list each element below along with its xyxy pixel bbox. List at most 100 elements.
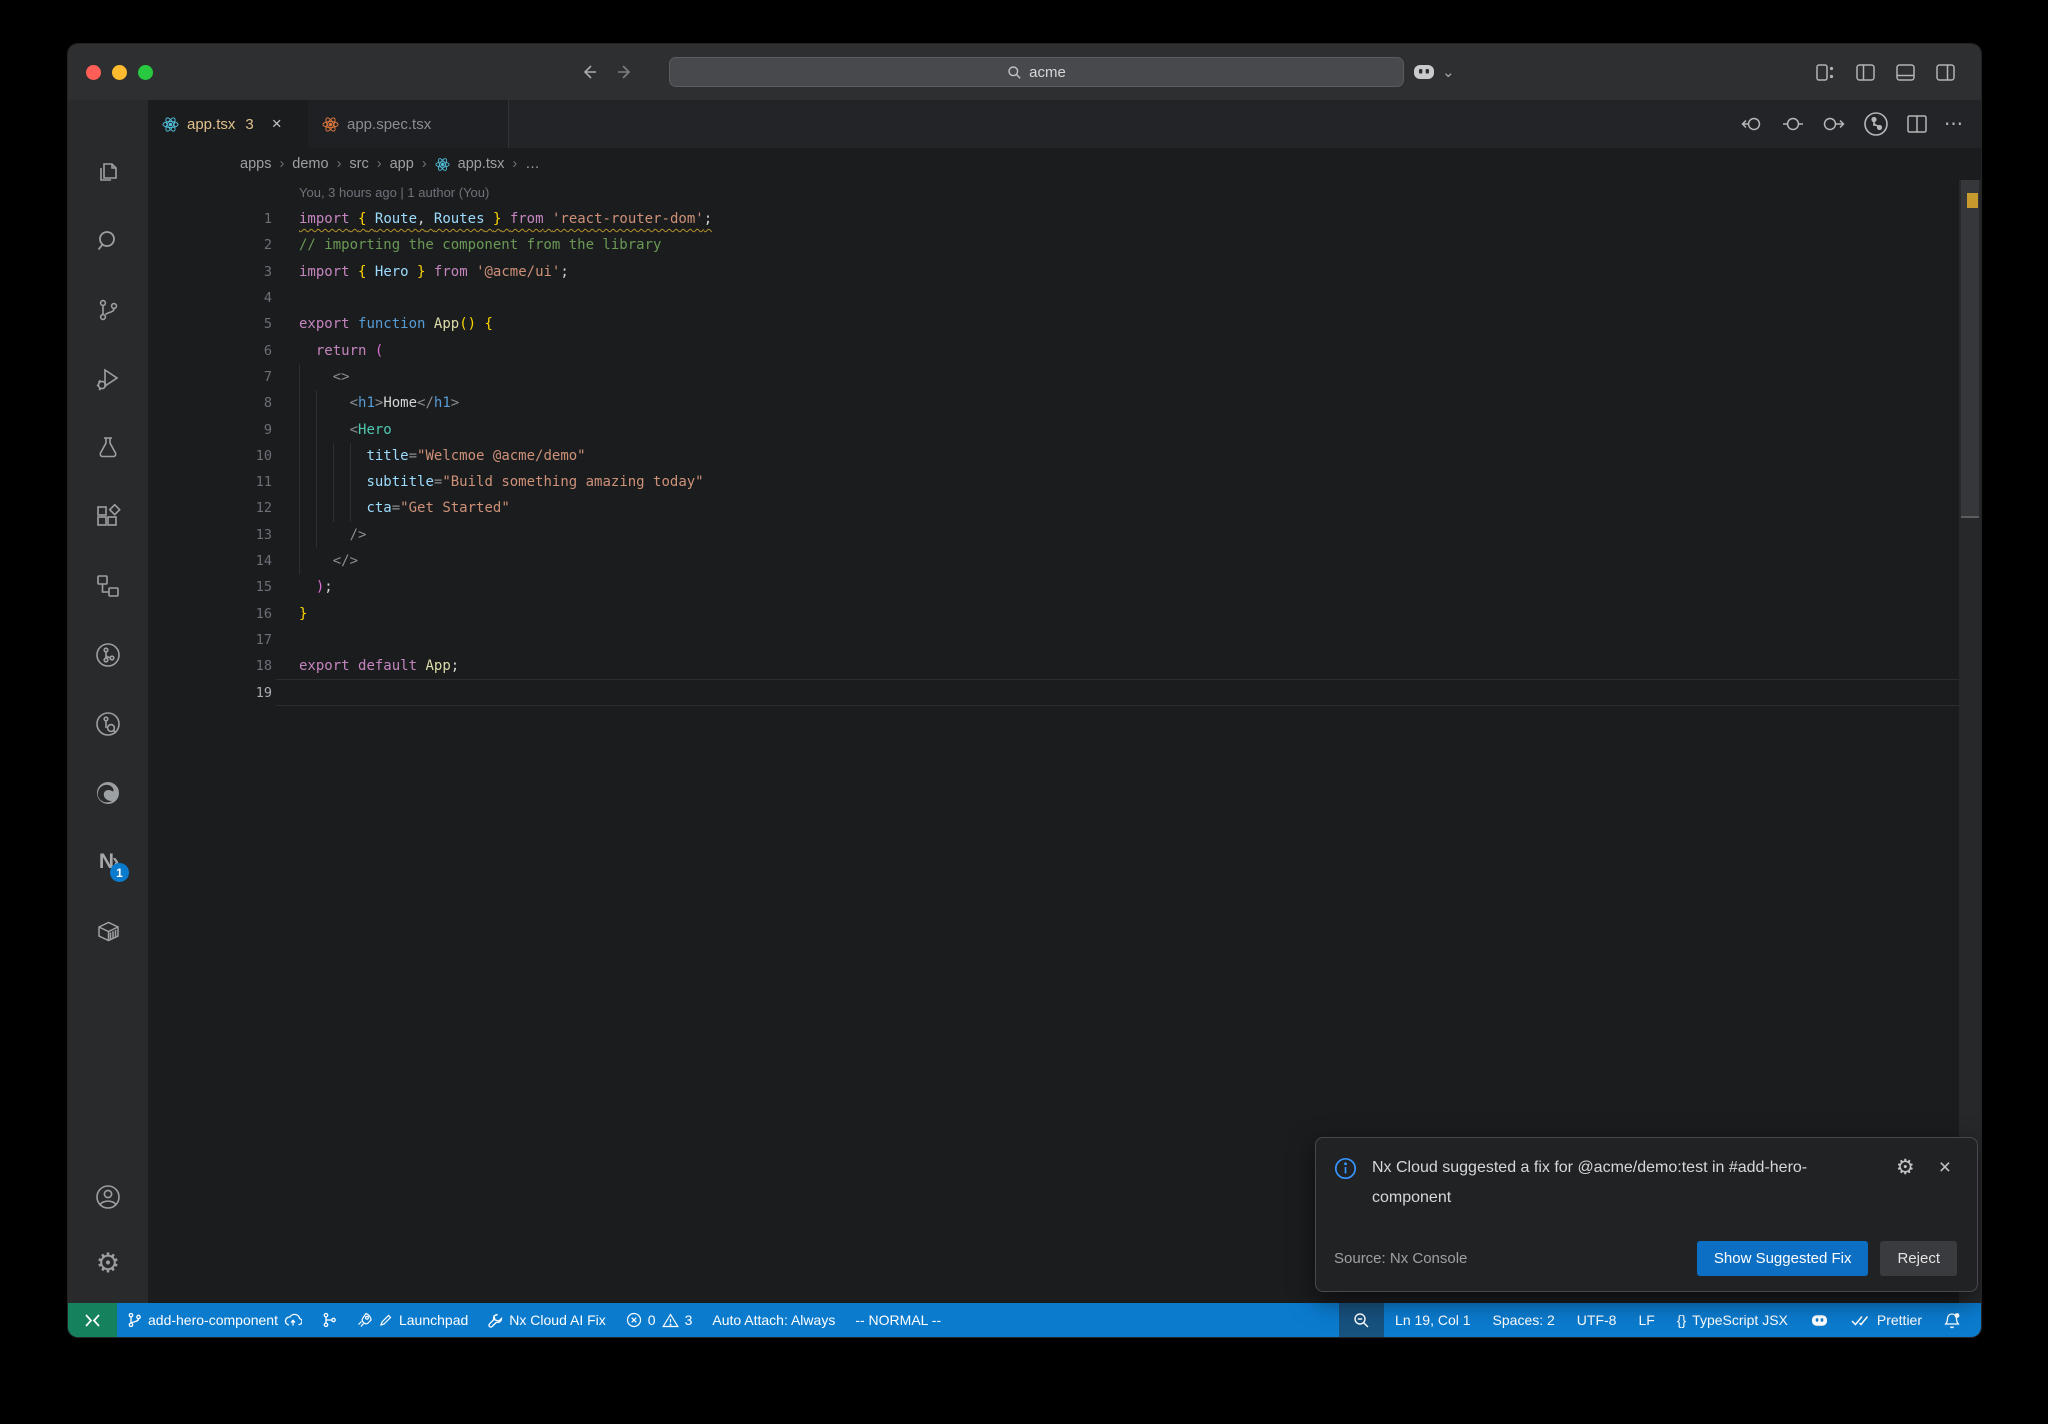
history-back-icon[interactable] [580,63,598,81]
notifications-bell-item[interactable] [1933,1303,1971,1337]
command-center-search[interactable]: acme [669,57,1404,87]
toggle-primary-sidebar-icon[interactable] [1856,63,1875,81]
line-number[interactable]: 16 [148,606,272,622]
code-line-6[interactable]: 6 return ( [148,338,1959,364]
gitlens-inspect-icon[interactable] [94,710,122,738]
eol-item[interactable]: LF [1627,1303,1665,1337]
line-number[interactable]: 17 [148,632,272,648]
history-forward-icon[interactable] [616,63,634,81]
extensions-icon[interactable] [94,503,122,531]
git-graph-item[interactable] [312,1303,347,1337]
line-number[interactable]: 10 [148,448,272,464]
zoom-out-item[interactable] [1339,1303,1385,1337]
indentation-item[interactable]: Spaces: 2 [1482,1303,1566,1337]
breadcrumb-file[interactable]: app.tsx [458,156,505,172]
line-number[interactable]: 9 [148,422,272,438]
git-branch-item[interactable]: add-hero-component [117,1303,312,1337]
breadcrumb-item[interactable]: apps [240,156,271,172]
line-number[interactable]: 13 [148,527,272,543]
chevron-down-icon[interactable]: ⌄ [1442,63,1455,81]
line-number[interactable]: 1 [148,211,272,227]
line-number[interactable]: 5 [148,316,272,332]
line-number[interactable]: 14 [148,553,272,569]
code-line-9[interactable]: 9 <Hero [148,416,1959,442]
nx-cloud-fix-item[interactable]: Nx Cloud AI Fix [478,1303,615,1337]
scrollbar-thumb[interactable] [1961,180,1979,518]
breadcrumb-symbol[interactable]: … [525,156,540,172]
edge-browser-icon[interactable] [94,779,122,807]
formatter-item[interactable]: Prettier [1840,1303,1933,1337]
notification-close-icon[interactable]: × [1939,1156,1951,1180]
split-editor-icon[interactable] [1907,115,1927,133]
line-number[interactable]: 4 [148,290,272,306]
close-window-button[interactable] [86,65,101,80]
history-back-circle-icon[interactable] [1741,115,1765,133]
line-number[interactable]: 3 [148,264,272,280]
code-line-14[interactable]: 14 </> [148,548,1959,574]
code-line-11[interactable]: 11 subtitle="Build something amazing tod… [148,469,1959,495]
breadcrumb-item[interactable]: src [349,156,368,172]
zoom-window-button[interactable] [138,65,153,80]
code-line-7[interactable]: 7 <> [148,364,1959,390]
line-number[interactable]: 7 [148,369,272,385]
settings-gear-icon[interactable]: ⚙ [94,1249,122,1277]
code-line-18[interactable]: 18 export default App; [148,653,1959,679]
testing-icon[interactable] [94,434,122,462]
tab-app-spec-tsx[interactable]: app.spec.tsx [308,100,509,148]
reject-button[interactable]: Reject [1880,1241,1957,1276]
code-line-12[interactable]: 12 cta="Get Started" [148,495,1959,521]
show-suggested-fix-button[interactable]: Show Suggested Fix [1696,1241,1869,1276]
explorer-icon[interactable] [94,158,122,186]
run-and-debug-icon[interactable] [94,365,122,393]
code-line-15[interactable]: 15 ); [148,574,1959,600]
customize-layout-icon[interactable] [1816,63,1835,81]
more-actions-icon[interactable]: ⋯ [1944,113,1963,136]
code-line-13[interactable]: 13 /> [148,522,1959,548]
breadcrumb-item[interactable]: demo [292,156,328,172]
line-number[interactable]: 6 [148,343,272,359]
commit-graph-icon[interactable] [1862,110,1890,138]
code-line-1[interactable]: 1 import { Route, Routes } from 'react-ro… [148,206,1959,232]
code-line-19[interactable]: 19 [148,679,1959,706]
history-forward-circle-icon[interactable] [1821,115,1845,133]
line-number[interactable]: 2 [148,237,272,253]
line-number[interactable]: 12 [148,500,272,516]
nx-console-icon[interactable]: N› 1 [94,848,129,882]
copilot-status-item[interactable] [1799,1303,1840,1337]
code-line-16[interactable]: 16} [148,601,1959,627]
containers-icon[interactable] [94,917,122,945]
vim-mode-item[interactable]: -- NORMAL -- [845,1303,951,1337]
code-line-2[interactable]: 2 // importing the component from the lib… [148,232,1959,258]
launchpad-item[interactable]: Launchpad [347,1303,478,1337]
editor-scrollbar[interactable] [1959,180,1981,1303]
search-view-icon[interactable] [94,227,122,255]
code-line-10[interactable]: 10 title="Welcmoe @acme/demo" [148,443,1959,469]
code-line-4[interactable]: 4 [148,285,1959,311]
notification-settings-gear-icon[interactable]: ⚙ [1896,1155,1915,1180]
source-control-icon[interactable] [94,296,122,324]
toggle-panel-icon[interactable] [1896,63,1915,81]
cursor-position-item[interactable]: Ln 19, Col 1 [1384,1303,1482,1337]
close-tab-icon[interactable]: × [272,114,282,134]
line-number[interactable]: 18 [148,658,272,674]
code-editor[interactable]: You, 3 hours ago | 1 author (You) 1 impor… [148,180,1981,1303]
line-number[interactable]: 15 [148,579,272,595]
code-line-8[interactable]: 8 <h1>Home</h1> [148,390,1959,416]
remote-indicator[interactable] [68,1303,117,1337]
code-line-17[interactable]: 17 [148,627,1959,653]
gitlens-blame-annotation[interactable]: You, 3 hours ago | 1 author (You) [299,185,489,200]
toggle-secondary-sidebar-icon[interactable] [1936,63,1955,81]
tab-app-tsx[interactable]: app.tsx 3 × [148,100,308,148]
code-line-3[interactable]: 3 import { Hero } from '@acme/ui'; [148,259,1959,285]
line-number[interactable]: 11 [148,474,272,490]
auto-attach-item[interactable]: Auto Attach: Always [702,1303,845,1337]
gitlens-icon[interactable] [94,641,122,669]
history-point-circle-icon[interactable] [1782,115,1804,133]
problems-item[interactable]: 0 3 [616,1303,703,1337]
language-mode-item[interactable]: {} TypeScript JSX [1666,1303,1799,1337]
minimize-window-button[interactable] [112,65,127,80]
references-view-icon[interactable] [94,572,122,600]
breadcrumb-item[interactable]: app [390,156,414,172]
accounts-icon[interactable] [94,1183,122,1211]
encoding-item[interactable]: UTF-8 [1566,1303,1628,1337]
